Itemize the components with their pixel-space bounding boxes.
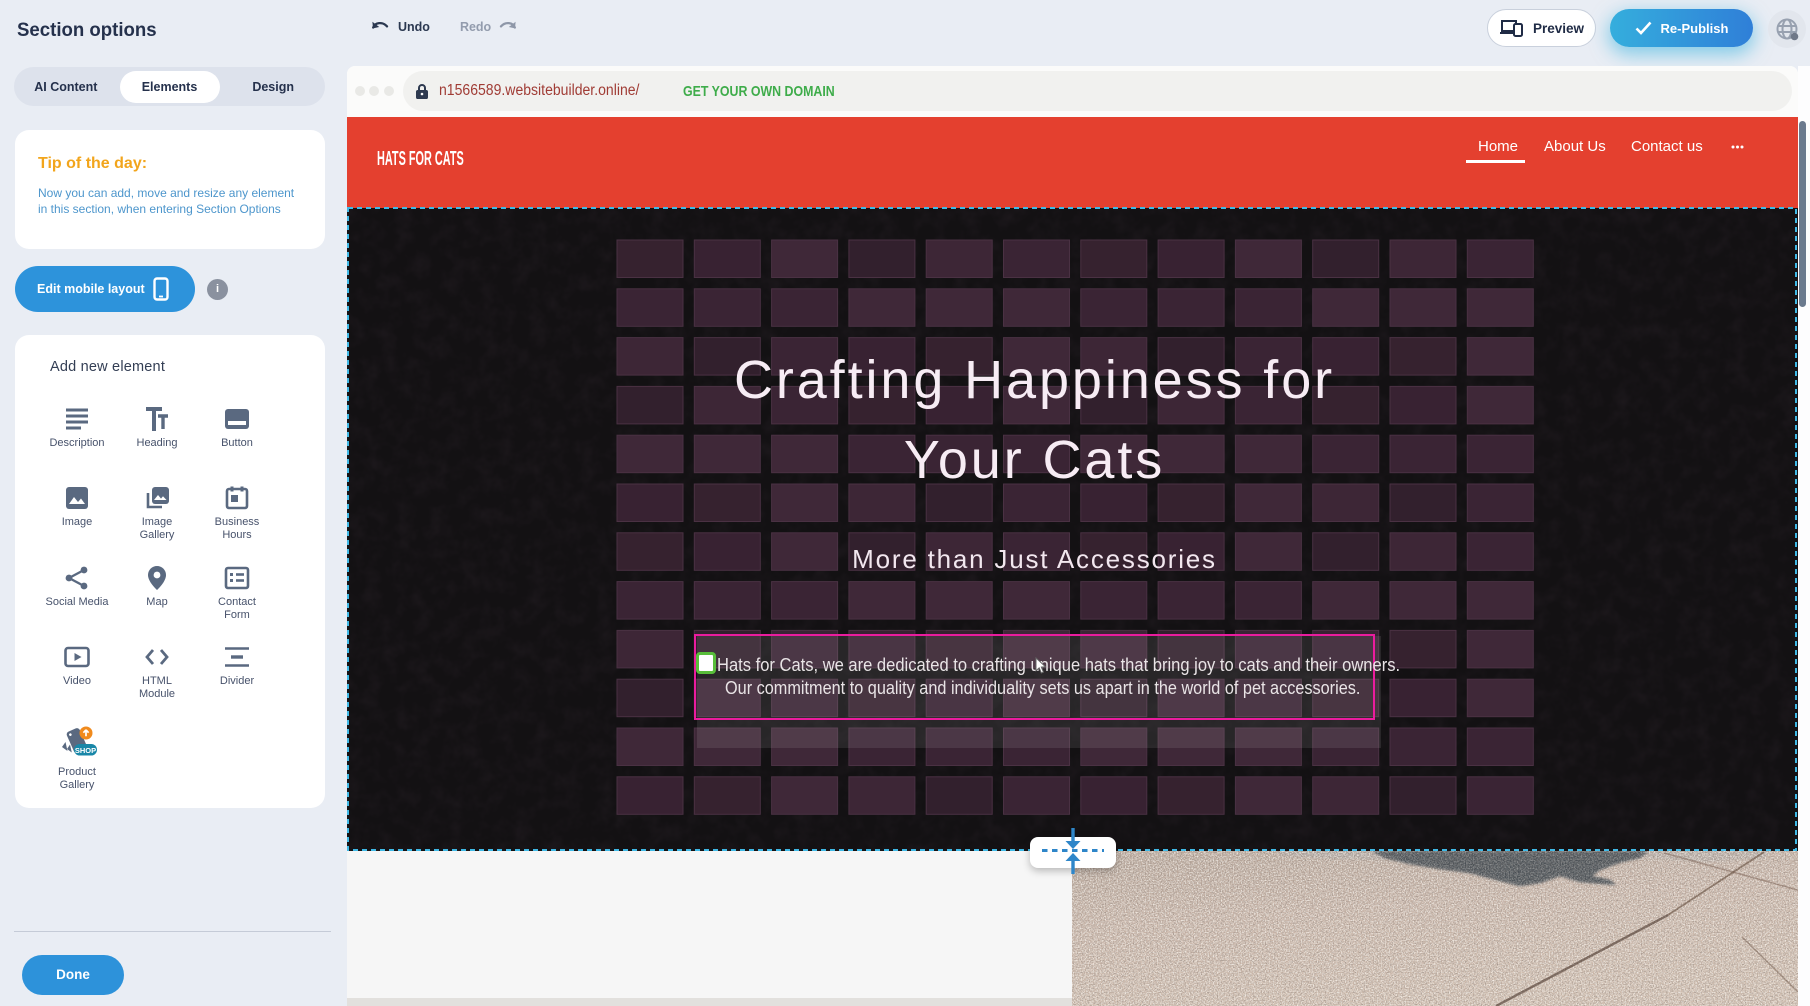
- svg-text:SHOP: SHOP: [75, 746, 96, 755]
